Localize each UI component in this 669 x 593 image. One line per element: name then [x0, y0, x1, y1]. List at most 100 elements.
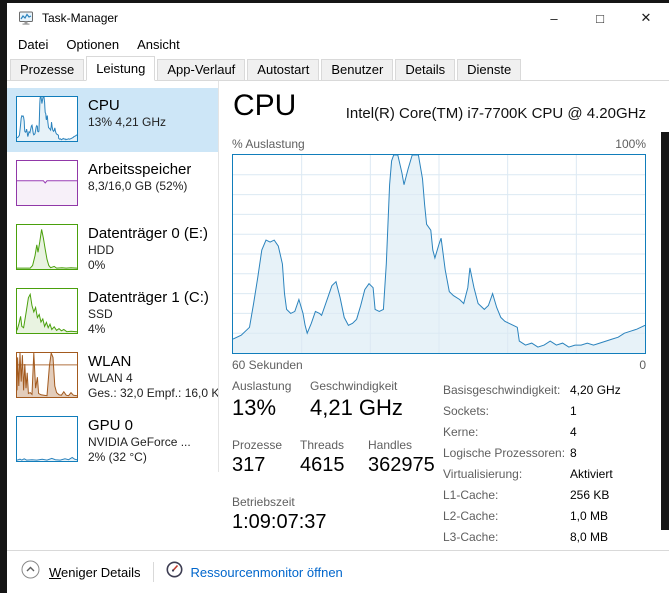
chart-x-zero-label: 0 — [639, 358, 646, 372]
tab-dienste[interactable]: Dienste — [457, 59, 522, 80]
fewer-details-label: Weniger Details — [49, 564, 141, 580]
sidebar-item-line2: HDD — [88, 243, 114, 257]
speed-label: Geschwindigkeit — [310, 379, 398, 393]
performance-sidebar: CPU 13% 4,21 GHz Arbeitsspeicher 8,3/16,… — [7, 81, 219, 472]
spec-value: 8 — [570, 445, 577, 460]
threads-value: 4615 — [300, 454, 345, 476]
handles-value: 362975 — [368, 454, 435, 476]
spec-row: Virtualisierung: Aktiviert — [443, 463, 621, 484]
menu-datei[interactable]: Datei — [9, 35, 57, 54]
spec-value: 256 KB — [570, 487, 610, 502]
desktop-background: Task-Manager – □ ✕ Datei Optionen Ansicht … — [0, 0, 669, 593]
footer-divider — [152, 562, 154, 582]
sidebar-item-line2: NVIDIA GeForce ... — [88, 435, 191, 449]
cpu-detail-pane: CPU Intel(R) Core(TM) i7-7700K CPU @ 4.2… — [219, 81, 669, 550]
speed-value: 4,21 GHz — [310, 395, 403, 420]
cpu-stats: Auslastung Geschwindigkeit 13% 4,21 GHz … — [232, 379, 435, 535]
utilization-label: Auslastung — [232, 379, 292, 393]
resource-monitor-label: Ressourcenmonitor öffnen — [190, 564, 343, 580]
chart-x-axis-label: 60 Sekunden — [232, 358, 303, 372]
spec-row: Kerne: 4 — [443, 421, 621, 442]
sidebar-thumbnail-chart — [16, 160, 78, 206]
tab-strip: Prozesse Leistung App-Verlauf Autostart Benu… — [7, 55, 669, 81]
sidebar-thumbnail-chart — [16, 352, 78, 398]
window-title: Task-Manager — [42, 11, 119, 25]
threads-label: Threads — [300, 438, 345, 452]
spec-label: Logische Prozessoren: — [443, 445, 566, 460]
spec-label: L2-Cache: — [443, 508, 499, 523]
sidebar-item-line2: SSD — [88, 307, 113, 321]
spec-row: Logische Prozessoren: 8 — [443, 442, 621, 463]
cpu-model-name: Intel(R) Core(TM) i7-7700K CPU @ 4.20GHz — [345, 105, 646, 122]
page-title: CPU — [233, 89, 297, 122]
resource-monitor-icon — [166, 561, 183, 583]
sidebar-thumbnail-chart — [16, 224, 78, 270]
resource-monitor-link[interactable]: Ressourcenmonitor öffnen — [166, 561, 343, 583]
spec-label: Sockets: — [443, 403, 490, 418]
sidebar-item-title: GPU 0 — [88, 417, 134, 434]
tab-prozesse[interactable]: Prozesse — [10, 59, 85, 80]
sidebar-item-wlan[interactable]: WLAN WLAN 4 Ges.: 32,0 Empf.: 16,0 K — [7, 344, 218, 408]
tab-appverlauf[interactable]: App-Verlauf — [157, 59, 246, 80]
sidebar-item-disk1[interactable]: Datenträger 1 (C:) SSD 4% — [7, 280, 218, 344]
sidebar-item-title: CPU — [88, 97, 120, 114]
spec-row: L2-Cache: 1,0 MB — [443, 505, 621, 526]
sidebar-item-line2: WLAN 4 — [88, 371, 133, 385]
sidebar-item-memory[interactable]: Arbeitsspeicher 8,3/16,0 GB (52%) — [7, 152, 218, 216]
sidebar-item-line2: 13% 4,21 GHz — [88, 115, 167, 129]
spec-value: 1 — [570, 403, 577, 418]
app-icon — [18, 10, 34, 26]
close-button[interactable]: ✕ — [623, 3, 669, 33]
sidebar-item-title: Datenträger 1 (C:) — [88, 289, 209, 306]
spec-label: L1-Cache: — [443, 487, 499, 502]
chevron-up-circle-icon — [21, 560, 40, 584]
cpu-usage-chart[interactable] — [232, 154, 646, 354]
menu-optionen[interactable]: Optionen — [57, 35, 128, 54]
uptime-label: Betriebszeit — [232, 495, 295, 509]
task-manager-window: Task-Manager – □ ✕ Datei Optionen Ansicht … — [7, 3, 669, 593]
processes-label: Prozesse — [232, 438, 283, 452]
tab-benutzer[interactable]: Benutzer — [321, 59, 394, 80]
sidebar-thumbnail-chart — [16, 288, 78, 334]
sidebar-item-disk0[interactable]: Datenträger 0 (E:) HDD 0% — [7, 216, 218, 280]
background-window-edge — [661, 132, 669, 530]
spec-row: Sockets: 1 — [443, 400, 621, 421]
sidebar-item-line2: 8,3/16,0 GB (52%) — [88, 179, 188, 193]
fewer-details-button[interactable]: Weniger Details — [21, 560, 141, 584]
chart-y-max-label: 100% — [615, 137, 646, 151]
sidebar-item-line3: 0% — [88, 258, 106, 272]
spec-label: L3-Cache: — [443, 529, 499, 544]
maximize-button[interactable]: □ — [577, 3, 623, 33]
sidebar-item-title: WLAN — [88, 353, 132, 370]
spec-label: Kerne: — [443, 424, 479, 439]
titlebar[interactable]: Task-Manager – □ ✕ — [7, 3, 669, 33]
chart-y-axis-label: % Auslastung — [232, 137, 305, 151]
sidebar-item-gpu[interactable]: GPU 0 NVIDIA GeForce ... 2% (32 °C) — [7, 408, 218, 472]
spec-label: Basisgeschwindigkeit: — [443, 382, 561, 397]
utilization-value: 13% — [232, 395, 277, 420]
uptime-value: 1:09:07:37 — [232, 511, 327, 533]
sidebar-item-line3: Ges.: 32,0 Empf.: 16,0 K — [88, 386, 218, 400]
spec-value: 4,20 GHz — [570, 382, 621, 397]
spec-row: L3-Cache: 8,0 MB — [443, 526, 621, 547]
sidebar-item-line3: 2% (32 °C) — [88, 450, 147, 464]
menu-bar: Datei Optionen Ansicht — [7, 33, 669, 55]
sidebar-thumbnail-chart — [16, 96, 78, 142]
tab-autostart[interactable]: Autostart — [247, 59, 320, 80]
sidebar-item-cpu[interactable]: CPU 13% 4,21 GHz — [7, 88, 218, 152]
sidebar-item-title: Arbeitsspeicher — [88, 161, 192, 178]
menu-ansicht[interactable]: Ansicht — [128, 35, 189, 54]
spec-value: 1,0 MB — [570, 508, 609, 523]
sidebar-item-line3: 4% — [88, 322, 106, 336]
spec-row: Basisgeschwindigkeit: 4,20 GHz — [443, 379, 621, 400]
handles-label: Handles — [368, 438, 413, 452]
window-controls: – □ ✕ — [531, 3, 669, 33]
processes-value: 317 — [232, 454, 266, 476]
tab-details[interactable]: Details — [395, 59, 456, 80]
tab-leistung[interactable]: Leistung — [86, 56, 156, 81]
spec-value: 8,0 MB — [570, 529, 609, 544]
minimize-button[interactable]: – — [531, 3, 577, 33]
spec-value: Aktiviert — [570, 466, 613, 481]
cpu-spec-list: Basisgeschwindigkeit: 4,20 GHz Sockets: … — [443, 379, 621, 547]
sidebar-item-title: Datenträger 0 (E:) — [88, 225, 209, 242]
